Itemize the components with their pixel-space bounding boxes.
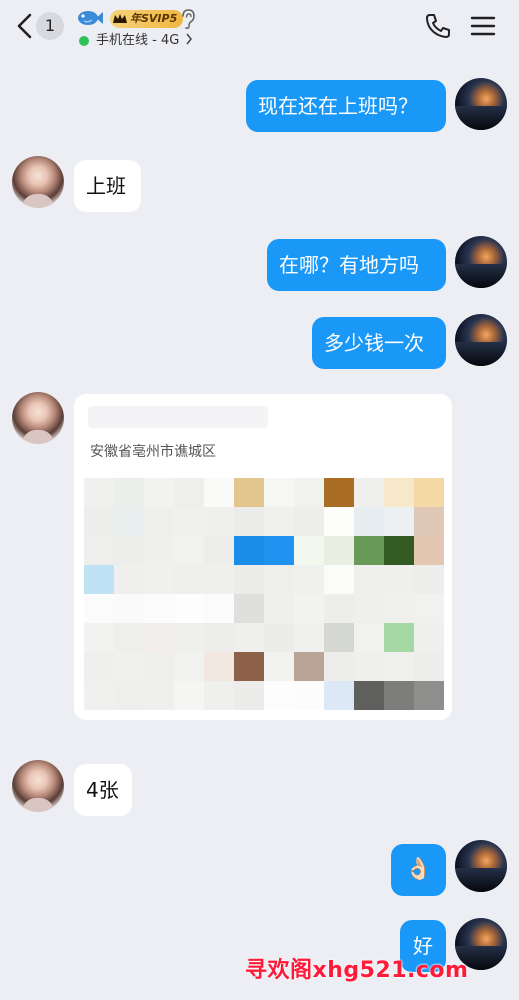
online-status[interactable]: 手机在线 - 4G: [96, 32, 193, 50]
svip-badge[interactable]: 年SVIP5: [110, 10, 184, 28]
message-bubble-outgoing[interactable]: 👌🏻: [391, 844, 446, 896]
avatar-self[interactable]: [455, 314, 507, 366]
fish-icon: [78, 11, 103, 25]
unread-count-badge[interactable]: 1: [36, 12, 64, 40]
message-bubble-incoming[interactable]: 上班: [74, 160, 141, 212]
ear-icon[interactable]: [180, 8, 196, 30]
online-status-dot: [79, 36, 89, 46]
avatar-self[interactable]: [455, 236, 507, 288]
message-bubble-outgoing[interactable]: 在哪？有地方吗: [267, 239, 446, 291]
avatar-self[interactable]: [455, 78, 507, 130]
location-map-pixelated[interactable]: [84, 478, 444, 710]
chevron-right-icon: [186, 33, 193, 45]
chat-header: 1 年SVIP5 手机在线 - 4G: [0, 0, 519, 56]
svip-label: 年SVIP5: [130, 12, 178, 25]
message-bubble-incoming[interactable]: 4张: [74, 764, 132, 816]
avatar-self[interactable]: [455, 840, 507, 892]
location-address: 安徽省亳州市谯城区: [90, 444, 216, 460]
location-title-blurred: [88, 406, 268, 428]
location-card[interactable]: 安徽省亳州市谯城区: [74, 394, 452, 720]
crown-icon: [113, 14, 127, 23]
avatar-peer[interactable]: [12, 760, 64, 812]
menu-icon[interactable]: [470, 14, 496, 38]
watermark-text: 寻欢阁xhg521.com: [245, 958, 469, 983]
online-status-text: 手机在线 - 4G: [96, 33, 180, 48]
message-bubble-outgoing[interactable]: 多少钱一次: [312, 317, 446, 369]
message-bubble-outgoing[interactable]: 现在还在上班吗？: [246, 80, 446, 132]
avatar-peer[interactable]: [12, 392, 64, 444]
back-arrow-icon[interactable]: [14, 12, 36, 40]
avatar-peer[interactable]: [12, 156, 64, 208]
phone-icon[interactable]: [424, 12, 452, 40]
